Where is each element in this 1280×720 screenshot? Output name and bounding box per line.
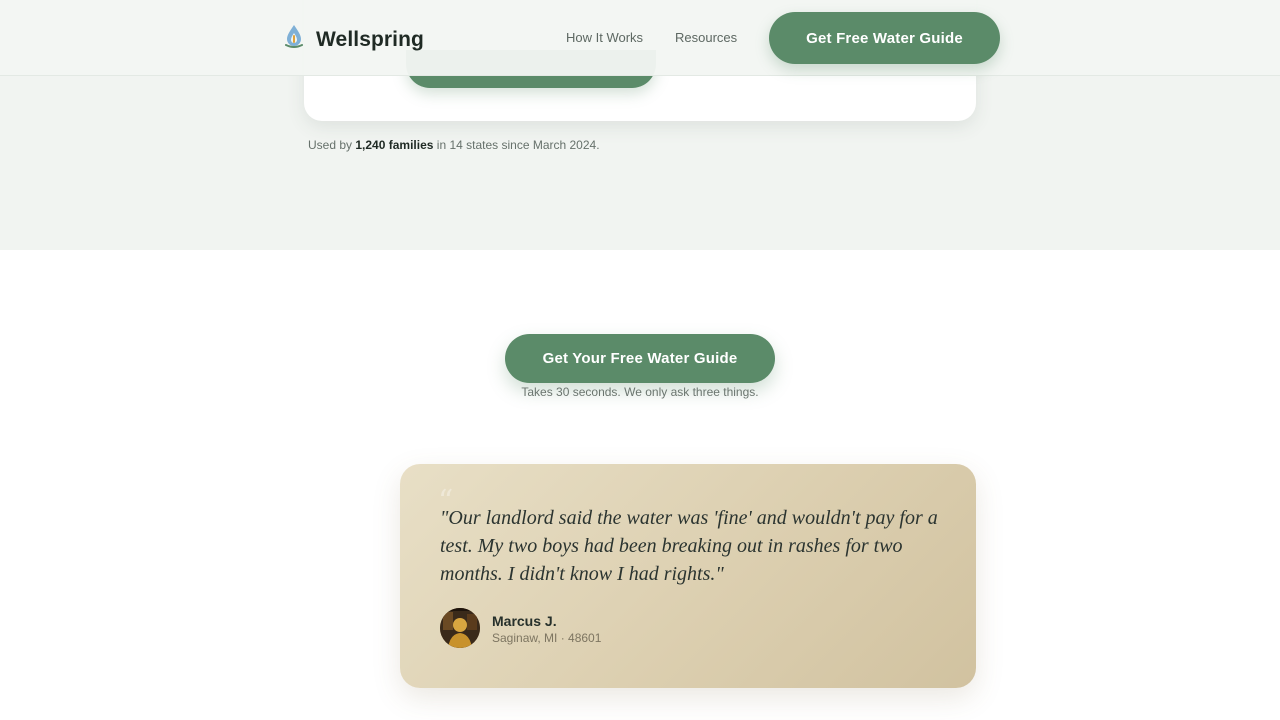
brand-logo-link[interactable]: Wellspring	[283, 24, 424, 55]
testimonial-author-location: Saginaw, MI · 48601	[492, 631, 602, 645]
water-drop-logo-icon	[283, 24, 316, 55]
nav-link-how-it-works[interactable]: How It Works	[566, 30, 643, 45]
site-header: Wellspring How It Works Resources Get Fr…	[0, 0, 1280, 76]
testimonial-card: “ "Our landlord said the water was 'fine…	[400, 464, 976, 688]
testimonial-quote: "Our landlord said the water was 'fine' …	[440, 507, 938, 585]
get-water-guide-button[interactable]: Get Your Free Water Guide	[505, 334, 775, 383]
social-proof-prefix: Used by	[308, 138, 353, 152]
cta-note: Takes 30 seconds. We only ask three thin…	[521, 385, 759, 399]
social-proof-suffix: in 14 states since March 2024.	[436, 138, 600, 152]
avatar	[440, 608, 480, 648]
social-proof-count: 1,240 families	[355, 138, 434, 152]
nav-link-resources[interactable]: Resources	[675, 30, 737, 45]
header-get-guide-button[interactable]: Get Free Water Guide	[769, 12, 1000, 64]
testimonial-author-name: Marcus J.	[492, 613, 557, 629]
social-proof-text: Used by 1,240 families in 14 states sinc…	[308, 138, 600, 152]
brand-name: Wellspring	[316, 27, 424, 51]
